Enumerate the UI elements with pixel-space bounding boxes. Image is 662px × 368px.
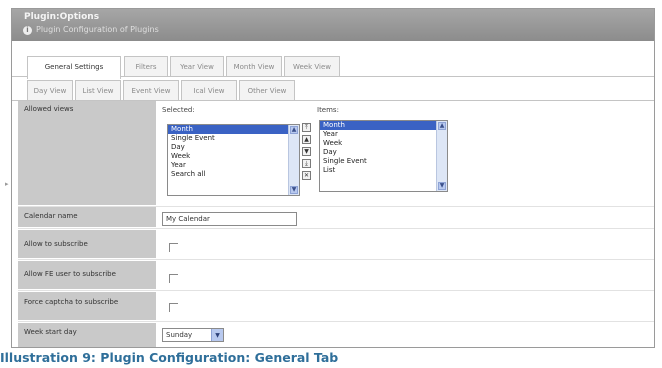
- items-list-scrollbar[interactable]: ▲ ▼: [436, 121, 447, 191]
- tab-month-view[interactable]: Month View: [226, 56, 282, 76]
- list-item[interactable]: Week: [320, 139, 447, 148]
- row-divider: [18, 290, 654, 291]
- available-views-list[interactable]: Month Year Week Day Single Event List ▲ …: [319, 120, 448, 192]
- list-item[interactable]: Single Event: [168, 134, 299, 143]
- allow-fe-subscribe-label: Allow FE user to subscribe: [24, 270, 116, 278]
- scroll-down-icon[interactable]: ▼: [290, 186, 298, 194]
- allowed-views-label: Allowed views: [24, 105, 74, 113]
- tab-day-view[interactable]: Day View: [27, 80, 73, 100]
- selected-views-list[interactable]: Month Single Event Day Week Year Search …: [167, 124, 300, 196]
- list-item[interactable]: Week: [168, 152, 299, 161]
- list-item[interactable]: Month: [320, 121, 447, 130]
- move-top-button[interactable]: ⤒: [302, 123, 311, 132]
- window-header: Plugin:Options i Plugin Configuration of…: [12, 9, 654, 41]
- figure-caption: Illustration 9: Plugin Configuration: Ge…: [0, 350, 339, 365]
- week-start-select[interactable]: Sunday ▼: [162, 328, 224, 342]
- allow-fe-subscribe-checkbox[interactable]: [169, 274, 178, 283]
- label-cell-force-captcha: [18, 292, 156, 320]
- calendar-name-label: Calendar name: [24, 212, 78, 220]
- allow-subscribe-checkbox[interactable]: [169, 243, 178, 252]
- plugin-config-window: Plugin:Options i Plugin Configuration of…: [11, 8, 655, 348]
- selected-list-scrollbar[interactable]: ▲ ▼: [288, 125, 299, 195]
- items-list-label: Items:: [317, 106, 339, 114]
- list-item[interactable]: Day: [168, 143, 299, 152]
- tab-other-view[interactable]: Other View: [239, 80, 295, 100]
- remove-button[interactable]: ✕: [302, 171, 311, 180]
- header-title: Plugin:Options: [24, 12, 100, 22]
- list-item[interactable]: List: [320, 166, 447, 175]
- tab-event-view[interactable]: Event View: [123, 80, 179, 100]
- week-start-label: Week start day: [24, 328, 77, 336]
- list-item[interactable]: Month: [168, 125, 299, 134]
- allow-subscribe-label: Allow to subscribe: [24, 240, 88, 248]
- scroll-up-icon[interactable]: ▲: [438, 122, 446, 130]
- tab-filters[interactable]: Filters: [124, 56, 168, 76]
- row-divider: [18, 321, 654, 322]
- move-bottom-button[interactable]: ⤓: [302, 159, 311, 168]
- calendar-name-input[interactable]: My Calendar: [162, 212, 297, 226]
- tab-ical-view[interactable]: Ical View: [181, 80, 237, 100]
- label-cell-allowed-views: [18, 101, 156, 205]
- week-start-value: Sunday: [166, 331, 193, 339]
- row-divider: [18, 259, 654, 260]
- resize-marker-icon: ▸: [5, 180, 9, 188]
- row-divider: [18, 206, 654, 207]
- list-item[interactable]: Year: [320, 130, 447, 139]
- list-item[interactable]: Search all: [168, 170, 299, 179]
- force-captcha-checkbox[interactable]: [169, 303, 178, 312]
- chevron-down-icon: ▼: [211, 329, 223, 341]
- move-down-button[interactable]: ▼: [302, 147, 311, 156]
- scroll-up-icon[interactable]: ▲: [290, 126, 298, 134]
- scroll-down-icon[interactable]: ▼: [438, 182, 446, 190]
- move-up-button[interactable]: ▲: [302, 135, 311, 144]
- tab-year-view[interactable]: Year View: [170, 56, 224, 76]
- list-item[interactable]: Year: [168, 161, 299, 170]
- tab-list-view[interactable]: List View: [75, 80, 121, 100]
- list-item[interactable]: Day: [320, 148, 447, 157]
- row-divider: [18, 228, 654, 229]
- force-captcha-label: Force captcha to subscribe: [24, 298, 119, 306]
- tab-general-settings[interactable]: General Settings: [27, 56, 121, 79]
- header-subtitle: Plugin Configuration of Plugins: [36, 25, 159, 34]
- tab-week-view[interactable]: Week View: [284, 56, 340, 76]
- selected-list-label: Selected:: [162, 106, 195, 114]
- info-icon: i: [23, 26, 32, 35]
- list-item[interactable]: Single Event: [320, 157, 447, 166]
